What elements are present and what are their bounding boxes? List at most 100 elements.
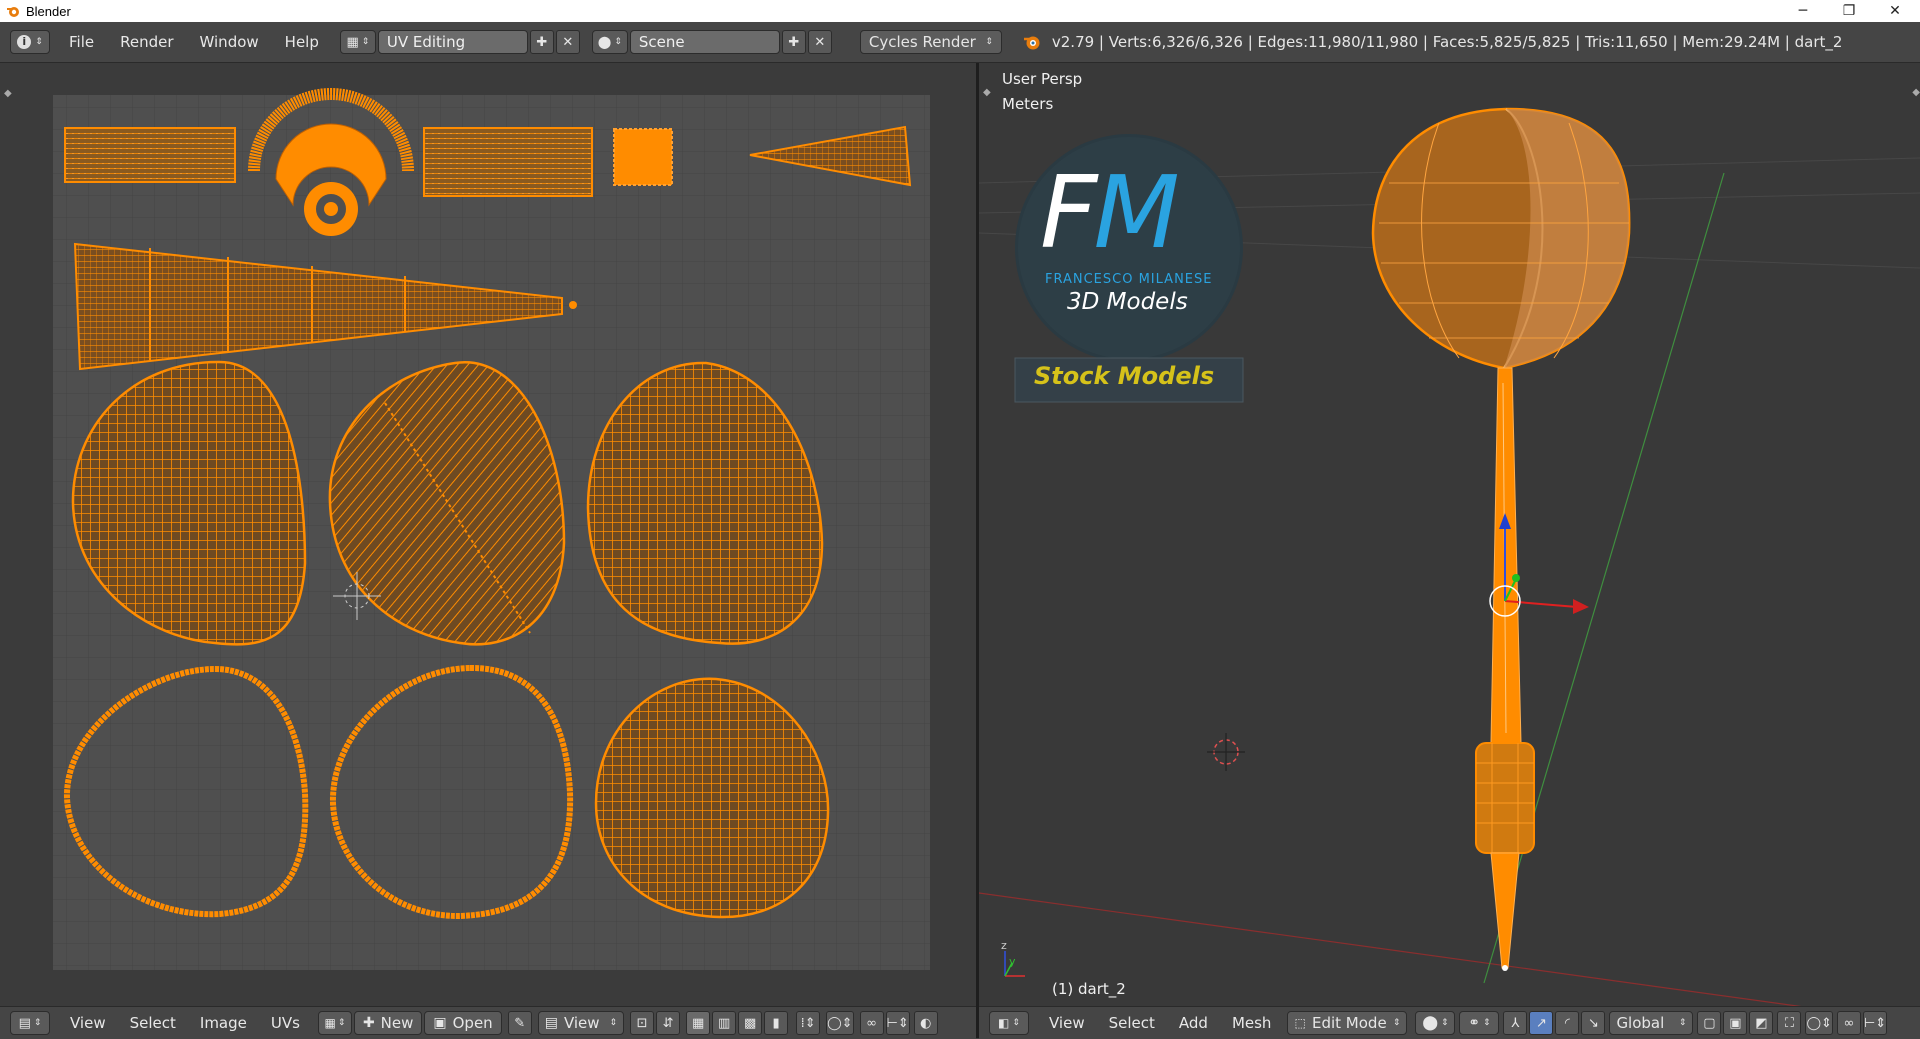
uv-menu-uvs[interactable]: UVs	[259, 1014, 312, 1032]
logo-banner: Stock Models	[1034, 362, 1215, 390]
logo-letter-f: F	[1040, 154, 1097, 271]
menu-help[interactable]: Help	[272, 33, 332, 51]
add-scene-button[interactable]: ✚	[781, 30, 806, 54]
uv-island-flight-row-1	[71, 360, 824, 646]
occlude-geometry-icon[interactable]: ⛶	[1777, 1011, 1802, 1035]
face-select-icon[interactable]: ◩	[1749, 1011, 1774, 1035]
window-title: Blender	[26, 3, 71, 19]
new-image-button[interactable]: ✚ New	[353, 1011, 423, 1035]
render-engine-label: Cycles Render	[868, 33, 976, 51]
region-toggle-tools-icon[interactable]: ◆	[983, 87, 991, 98]
remove-layout-button[interactable]: ✕	[555, 30, 580, 54]
pivot-point-dropdown[interactable]: ⚭ ⇕	[1459, 1011, 1500, 1035]
viewport-menu-select[interactable]: Select	[1097, 1014, 1167, 1032]
active-object-label: (1) dart_2	[1052, 980, 1126, 998]
solid-shading-icon: ⬤	[1422, 1015, 1438, 1031]
image-icon: ▦	[324, 1016, 336, 1030]
open-image-button[interactable]: ▣ Open	[424, 1011, 502, 1035]
menu-render[interactable]: Render	[107, 33, 186, 51]
interaction-mode-dropdown[interactable]: ⬚ Edit Mode ⇕	[1287, 1011, 1408, 1035]
uv-select-island-icon[interactable]: ▮	[764, 1011, 789, 1035]
restore-button[interactable]: ❐	[1826, 0, 1872, 22]
pin-image-button[interactable]: ✎	[507, 1011, 532, 1035]
add-layout-button[interactable]: ✚	[529, 30, 554, 54]
unit-system: Meters	[1002, 95, 1054, 113]
uv-menu-select[interactable]: Select	[118, 1014, 188, 1032]
cube-icon: ◧	[998, 1016, 1010, 1030]
region-toggle-right-icon[interactable]: ◆	[1912, 87, 1920, 98]
vertex-select-icon[interactable]: ▣	[1723, 1011, 1748, 1035]
logo-initials: FM	[1040, 163, 1180, 263]
uv-editor-header: ▤ ⇕ View Select Image UVs ▦ ⇕ ✚ New ▣ Open ✎…	[0, 1006, 976, 1039]
uv-select-edge-icon[interactable]: ▥	[712, 1011, 737, 1035]
info-icon: i	[17, 35, 32, 49]
layout-grid-icon: ▦	[346, 34, 359, 50]
proportional-editing-icon[interactable]: ◯⇕	[1805, 1011, 1833, 1035]
render-engine-dropdown[interactable]: Cycles Render ⇕	[859, 30, 1002, 54]
screen-layout-field[interactable]: UV Editing	[377, 30, 528, 54]
pivot-icon[interactable]: ⊡	[630, 1011, 655, 1035]
uv-select-face-icon[interactable]: ▩	[738, 1011, 763, 1035]
sticky-selection-icon[interactable]: ⁞⇕	[796, 1011, 821, 1035]
manipulator-toggle-icon[interactable]: ⅄	[1503, 1011, 1528, 1035]
view-name: User Persp	[1002, 70, 1083, 88]
remove-scene-button[interactable]: ✕	[807, 30, 832, 54]
view-mode-label: View	[563, 1014, 600, 1032]
transform-orientation-label: Global	[1616, 1014, 1665, 1032]
pivot-point-icon: ⚭	[1468, 1015, 1481, 1031]
sync-selection-icon[interactable]: ⇵	[656, 1011, 681, 1035]
rotate-manipulator-icon[interactable]: ◜	[1555, 1011, 1580, 1035]
viewport-menu-mesh[interactable]: Mesh	[1220, 1014, 1284, 1032]
updown-arrows-icon: ⇕	[35, 37, 43, 47]
layer-icon[interactable]: ▢	[1697, 1011, 1722, 1035]
snap-icon[interactable]: ∞	[859, 1011, 884, 1035]
view-mode-dropdown[interactable]: ▤ View ⇕	[537, 1011, 625, 1035]
logo-letter-m: M	[1093, 154, 1180, 271]
blender-logo-icon	[7, 7, 19, 17]
view-mode-icon: ▤	[544, 1015, 558, 1031]
screen-layout-selector[interactable]: ▦ ⇕	[339, 30, 376, 54]
translate-manipulator-icon[interactable]: ↗	[1529, 1011, 1554, 1035]
info-header: i ⇕ File Render Window Help ▦ ⇕ UV Editin…	[0, 22, 1920, 63]
image-editor-icon: ▤	[18, 1015, 31, 1031]
viewport-header: ◧ ⇕ View Select Add Mesh ⬚ Edit Mode ⇕ ⬤ ⇕…	[979, 1006, 1920, 1039]
editor-type-info-button[interactable]: i ⇕	[10, 30, 50, 54]
scale-manipulator-icon[interactable]: ↘	[1581, 1011, 1606, 1035]
logo-author-name: FRANCESCO MILANESE	[1045, 272, 1213, 287]
svg-text:z: z	[1001, 939, 1007, 952]
scene-field[interactable]: Scene	[629, 30, 780, 54]
close-window-button[interactable]: ✕	[1872, 0, 1918, 22]
viewport-menu-view[interactable]: View	[1037, 1014, 1097, 1032]
render-slot-icon[interactable]: ◐	[913, 1011, 938, 1035]
uv-menu-view[interactable]: View	[58, 1014, 118, 1032]
open-image-label: Open	[452, 1014, 493, 1032]
viewport-shading-dropdown[interactable]: ⬤ ⇕	[1415, 1011, 1456, 1035]
transform-orientation-dropdown[interactable]: Global ⇕	[1609, 1011, 1694, 1035]
new-image-label: New	[380, 1014, 414, 1032]
scene-icon: ⬤	[597, 35, 612, 49]
image-browse-button[interactable]: ▦ ⇕	[317, 1011, 352, 1035]
blender-logo-icon	[1023, 36, 1040, 50]
uv-canvas[interactable]: ◆	[0, 63, 976, 1006]
scene-selector[interactable]: ⬤ ⇕	[591, 30, 628, 54]
snap-toggle-icon[interactable]: ∞	[1836, 1011, 1861, 1035]
minimize-button[interactable]: ─	[1780, 0, 1826, 22]
uv-image-editor[interactable]: ◆	[0, 63, 976, 1006]
snap-element-icon[interactable]: ⊢⇕	[885, 1011, 910, 1035]
editor-type-3d-button[interactable]: ◧ ⇕	[989, 1011, 1029, 1035]
viewport-menu-add[interactable]: Add	[1167, 1014, 1220, 1032]
svg-text:y: y	[1009, 955, 1016, 968]
snap-target-icon[interactable]: ⊢⇕	[1862, 1011, 1888, 1035]
region-toggle-left-icon[interactable]: ◆	[4, 88, 12, 99]
editor-type-uv-button[interactable]: ▤ ⇕	[10, 1011, 50, 1035]
uv-select-vertex-icon[interactable]: ▦	[686, 1011, 711, 1035]
proportional-edit-icon[interactable]: ◯⇕	[826, 1011, 854, 1035]
menu-file[interactable]: File	[56, 33, 107, 51]
menu-window[interactable]: Window	[187, 33, 272, 51]
uv-menu-image[interactable]: Image	[188, 1014, 259, 1032]
plus-icon: ✚	[362, 1015, 375, 1031]
logo-tagline: 3D Models	[1067, 289, 1188, 315]
folder-icon: ▣	[433, 1015, 447, 1031]
scene-statistics: v2.79 | Verts:6,326/6,326 | Edges:11,980…	[1051, 33, 1843, 51]
3d-viewport[interactable]: z y ◆ ◆ User Persp Meters FM FRANCESCO M…	[979, 63, 1920, 1006]
